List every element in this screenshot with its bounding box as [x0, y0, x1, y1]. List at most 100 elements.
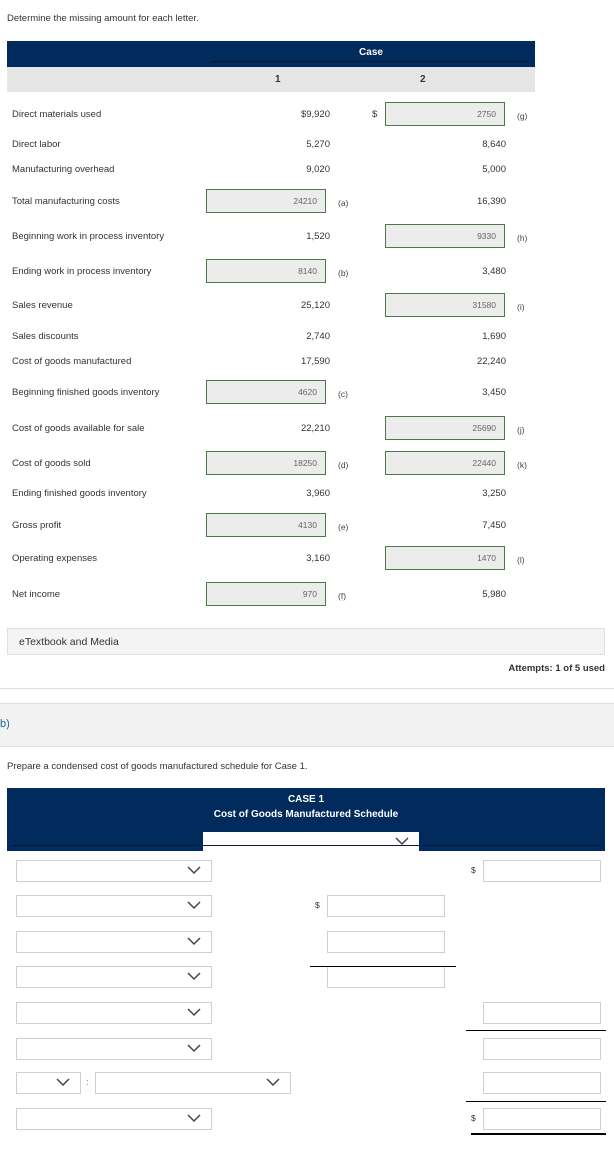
line-item-select[interactable]	[16, 1038, 212, 1060]
total-input[interactable]	[483, 1108, 601, 1130]
part-b-instruction: Prepare a condensed cost of goods manufa…	[7, 761, 308, 772]
case1-value: 25,120	[300, 300, 330, 311]
case2-value: 3,480	[482, 266, 506, 277]
row-label: Direct labor	[12, 139, 61, 150]
chevron-down-icon	[187, 901, 201, 910]
row-label: Total manufacturing costs	[12, 196, 120, 207]
case1-value: 1,520	[306, 231, 330, 242]
answer-letter: (d)	[338, 460, 349, 470]
case-columns-header: 1 2	[7, 67, 535, 92]
case2-answer-input[interactable]: 1470	[385, 546, 505, 570]
case2-answer-input[interactable]: 22440	[385, 451, 505, 475]
case1-answer-input[interactable]: 970	[206, 582, 326, 606]
answer-letter: (i)	[517, 302, 525, 312]
case2-value: 3,450	[482, 387, 506, 398]
answer-letter: (g)	[517, 111, 528, 121]
answer-letter: (a)	[338, 198, 349, 208]
line-item-select[interactable]	[16, 931, 212, 953]
subtotal-underline	[466, 1030, 606, 1031]
chevron-down-icon	[266, 1078, 280, 1087]
schedule-header-divider	[11, 845, 601, 846]
row-label: Sales discounts	[12, 331, 79, 342]
row-label: Cost of goods available for sale	[12, 423, 145, 434]
case1-value: 2,740	[306, 331, 330, 342]
total-input[interactable]	[483, 1072, 601, 1094]
answer-letter: (b)	[338, 268, 349, 278]
case1-answer-input[interactable]: 8140	[206, 259, 326, 283]
case1-value: 5,270	[306, 139, 330, 150]
case2-answer-input[interactable]: 2750	[385, 102, 505, 126]
line-item-select[interactable]	[16, 966, 212, 988]
amount-input[interactable]	[327, 931, 445, 953]
amount-input[interactable]	[327, 895, 445, 917]
case2-value: 1,690	[482, 331, 506, 342]
case1-value: 17,590	[300, 356, 330, 367]
case-header: Case	[7, 41, 535, 67]
case2-value: 3,250	[482, 488, 506, 499]
row-label: Cost of goods manufactured	[12, 356, 132, 367]
case1-answer-input[interactable]: 24210	[206, 189, 326, 213]
case1-answer-input[interactable]: 18250	[206, 451, 326, 475]
chevron-down-icon	[56, 1078, 70, 1087]
case1-answer-input[interactable]: 4620	[206, 380, 326, 404]
chevron-down-icon	[187, 1008, 201, 1017]
ratio-sign-select[interactable]	[16, 1072, 81, 1094]
row-label: Direct materials used	[12, 109, 102, 120]
case-header-divider	[211, 61, 529, 62]
answer-letter: (f)	[338, 591, 347, 601]
total-input[interactable]	[483, 1002, 601, 1024]
total-input[interactable]	[483, 860, 601, 882]
dollar-sign: $	[315, 900, 320, 910]
row-label: Sales revenue	[12, 300, 73, 311]
answer-letter: (j)	[517, 425, 525, 435]
row-label: Ending finished goods inventory	[12, 488, 147, 499]
row-label: Net income	[12, 589, 61, 600]
case1-value: 22,210	[300, 423, 330, 434]
chevron-down-icon	[187, 1044, 201, 1053]
case2-value: 7,450	[482, 520, 506, 531]
dollar-sign: $	[471, 1113, 476, 1123]
case1-answer-input[interactable]: 4130	[206, 513, 326, 537]
case2-value: 16,390	[476, 196, 506, 207]
dollar-sign: $	[372, 109, 378, 120]
total-input[interactable]	[483, 1038, 601, 1060]
instruction-text: Determine the missing amount for each le…	[7, 13, 199, 24]
row-label: Manufacturing overhead	[12, 164, 115, 175]
line-item-select[interactable]	[95, 1072, 291, 1094]
etextbook-media-link[interactable]: eTextbook and Media	[7, 628, 605, 655]
case2-answer-input[interactable]: 9330	[385, 224, 505, 248]
colon-separator: :	[86, 1077, 89, 1087]
part-b-label: b)	[0, 718, 10, 730]
row-label: Ending work in process inventory	[12, 266, 152, 277]
answer-letter: (h)	[517, 233, 528, 243]
case2-value: 22,240	[476, 356, 506, 367]
case2-answer-input[interactable]: 31580	[385, 293, 505, 317]
case1-value: 3,960	[306, 488, 330, 499]
chevron-down-icon	[187, 866, 201, 875]
answer-letter: (e)	[338, 522, 349, 532]
case2-answer-input[interactable]: 25690	[385, 416, 505, 440]
row-label: Beginning finished goods inventory	[12, 387, 160, 398]
line-item-select[interactable]	[16, 1108, 212, 1130]
period-select[interactable]	[203, 832, 419, 854]
case2-value: 8,640	[482, 139, 506, 150]
row-label: Beginning work in process inventory	[12, 231, 165, 242]
case2-value: 5,000	[482, 164, 506, 175]
answer-letter: (c)	[338, 389, 348, 399]
case-group-label: Case	[359, 47, 383, 58]
line-item-select[interactable]	[16, 860, 212, 882]
answer-letter: (k)	[517, 460, 527, 470]
row-label: Gross profit	[12, 520, 62, 531]
column-header-case-2: 2	[420, 74, 426, 85]
schedule-subtitle: Cost of Goods Manufactured Schedule	[213, 809, 399, 820]
part-b-header: b)	[0, 703, 614, 747]
subtotal-underline	[310, 966, 456, 967]
line-item-select[interactable]	[16, 1002, 212, 1024]
line-item-select[interactable]	[16, 895, 212, 917]
subtotal-underline	[466, 1101, 606, 1102]
chevron-down-icon	[187, 972, 201, 981]
divider	[0, 688, 614, 689]
chevron-down-icon	[187, 1114, 201, 1123]
schedule-header: CASE 1 Cost of Goods Manufactured Schedu…	[7, 788, 605, 854]
amount-input[interactable]	[327, 966, 445, 988]
